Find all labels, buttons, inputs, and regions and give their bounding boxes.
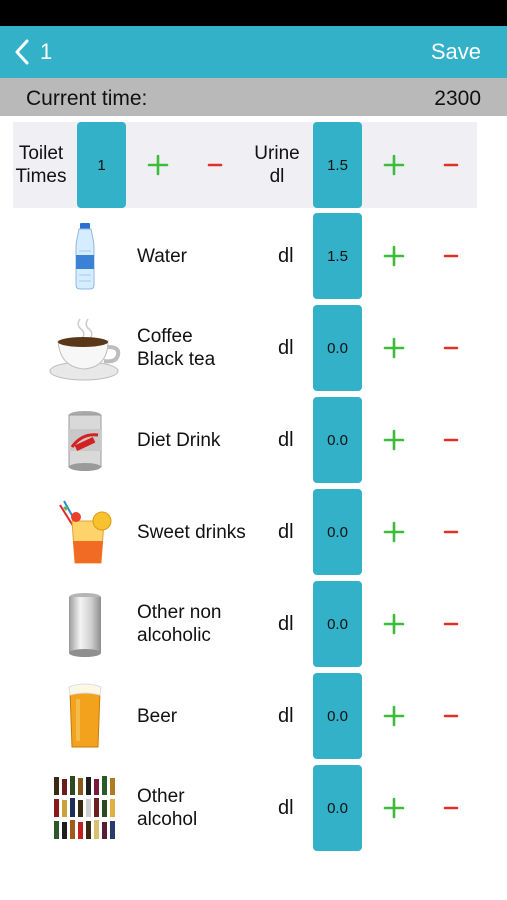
minus-icon	[443, 714, 459, 718]
drink-row-coffee: Coffee Black tea dl 0.0	[0, 305, 507, 391]
toilet-times-minus-button[interactable]	[195, 145, 235, 185]
plus-icon	[383, 797, 405, 819]
drink-name: Sweet drinks	[137, 521, 246, 543]
drink-plus-button[interactable]	[374, 604, 414, 644]
drink-value[interactable]: 0.0	[313, 765, 362, 851]
drink-plus-button[interactable]	[374, 512, 414, 552]
drink-name: Other alcohol	[137, 786, 198, 830]
drink-plus-button[interactable]	[374, 696, 414, 736]
minus-icon	[443, 254, 459, 258]
drink-unit: dl	[278, 336, 294, 359]
current-time-value: 2300	[434, 87, 481, 110]
urine-minus-button[interactable]	[431, 145, 471, 185]
drink-value[interactable]: 0.0	[313, 397, 362, 483]
drink-row-beer: Beer dl 0.0	[0, 673, 507, 759]
minus-icon	[443, 163, 459, 167]
drink-row-sweet: Sweet drinks dl 0.0	[0, 489, 507, 575]
drink-minus-button[interactable]	[431, 328, 471, 368]
minus-icon	[443, 438, 459, 442]
drink-unit: dl	[278, 428, 294, 451]
drink-plus-button[interactable]	[374, 328, 414, 368]
status-bar	[0, 0, 507, 26]
drink-minus-button[interactable]	[431, 420, 471, 460]
minus-icon	[443, 346, 459, 350]
chevron-left-icon	[15, 39, 29, 65]
drink-unit: dl	[278, 612, 294, 635]
plus-icon	[383, 613, 405, 635]
urine-label: Urine dl	[254, 143, 300, 187]
drink-name: Water	[137, 245, 187, 267]
current-time-label: Current time:	[26, 87, 148, 110]
beer-glass-icon	[46, 681, 124, 751]
minus-icon	[443, 530, 459, 534]
drink-value[interactable]: 1.5	[313, 213, 362, 299]
drink-row-diet: Diet Drink dl 0.0	[0, 397, 507, 483]
nav-bar: 1 Save	[0, 26, 507, 78]
drink-value[interactable]: 0.0	[313, 489, 362, 575]
drink-row-water: Water dl 1.5	[0, 213, 507, 299]
liquor-bottles-icon	[46, 773, 124, 843]
toilet-times-value[interactable]: 1	[77, 122, 126, 208]
drink-minus-button[interactable]	[431, 788, 471, 828]
current-time-bar: Current time: 2300	[0, 78, 507, 116]
drink-minus-button[interactable]	[431, 512, 471, 552]
minus-icon	[443, 806, 459, 810]
drink-name: Other non alcoholic	[137, 602, 222, 646]
diet-can-icon	[46, 405, 124, 475]
drink-value[interactable]: 0.0	[313, 673, 362, 759]
urine-value[interactable]: 1.5	[313, 122, 362, 208]
drink-unit: dl	[278, 796, 294, 819]
coffee-cup-icon	[46, 313, 124, 383]
cocktail-icon	[46, 497, 124, 567]
drink-unit: dl	[278, 704, 294, 727]
toilet-times-plus-button[interactable]	[138, 145, 178, 185]
plus-icon	[383, 245, 405, 267]
drink-name: Diet Drink	[137, 429, 221, 451]
drink-minus-button[interactable]	[431, 236, 471, 276]
drink-plus-button[interactable]	[374, 236, 414, 276]
drink-plus-button[interactable]	[374, 788, 414, 828]
minus-icon	[443, 622, 459, 626]
plus-icon	[383, 521, 405, 543]
plus-icon	[383, 154, 405, 176]
minus-icon	[207, 163, 223, 167]
toilet-row: Toilet Times 1 Urine dl 1.5	[13, 122, 477, 208]
drink-unit: dl	[278, 520, 294, 543]
back-button[interactable]: 1	[14, 38, 52, 66]
plus-icon	[383, 337, 405, 359]
drink-value[interactable]: 0.0	[313, 305, 362, 391]
water-bottle-icon	[46, 221, 124, 291]
plus-icon	[147, 154, 169, 176]
back-label: 1	[40, 39, 53, 64]
plus-icon	[383, 705, 405, 727]
drink-row-other-non-alcoholic: Other non alcoholic dl 0.0	[0, 581, 507, 667]
save-button[interactable]: Save	[431, 39, 481, 65]
drink-row-other-alcohol: Other alcohol dl 0.0	[0, 765, 507, 851]
drink-value[interactable]: 0.0	[313, 581, 362, 667]
toilet-times-label: Toilet Times	[15, 143, 67, 187]
plus-icon	[383, 429, 405, 451]
drink-name: Coffee Black tea	[137, 326, 216, 370]
drink-name: Beer	[137, 705, 178, 727]
drink-minus-button[interactable]	[431, 696, 471, 736]
drink-unit: dl	[278, 244, 294, 267]
silver-can-icon	[46, 589, 124, 659]
drink-plus-button[interactable]	[374, 420, 414, 460]
urine-plus-button[interactable]	[374, 145, 414, 185]
drink-minus-button[interactable]	[431, 604, 471, 644]
